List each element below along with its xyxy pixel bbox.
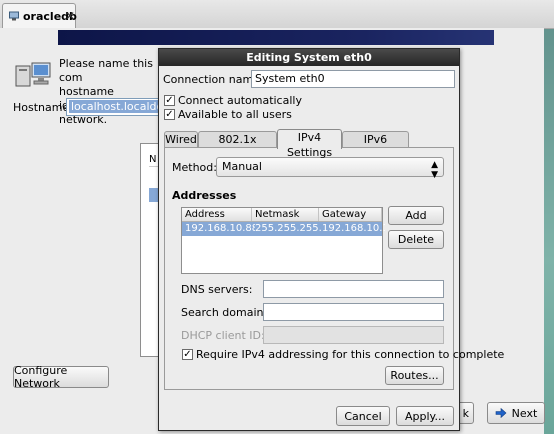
- hostname-value: localhost.localdoma: [69, 100, 165, 113]
- dns-servers-label: DNS servers:: [181, 283, 253, 296]
- installer-banner: [58, 30, 494, 45]
- close-icon[interactable]: ✕: [65, 9, 75, 23]
- netmask-cell: 255.255.255.0: [255, 223, 322, 234]
- connection-name-input[interactable]: System eth0: [251, 70, 455, 88]
- settings-tabs: Wired 802.1x Security IPv4 Settings IPv6…: [164, 129, 454, 161]
- tab-ipv4-settings[interactable]: IPv4 Settings: [277, 129, 342, 159]
- addresses-title: Addresses: [172, 189, 237, 202]
- available-all-users-label: Available to all users: [178, 108, 292, 121]
- require-ipv4-label: Require IPv4 addressing for this connect…: [196, 348, 505, 361]
- method-select[interactable]: Manual ▲ ▼: [216, 157, 444, 180]
- addresses-table-header: Address Netmask Gateway: [182, 208, 382, 222]
- search-domains-label: Search domains:: [181, 306, 273, 319]
- next-label: Next: [511, 406, 538, 420]
- table-row[interactable]: 192.168.10.88 255.255.255.0 192.168.10.1: [182, 222, 385, 236]
- method-value: Manual: [222, 160, 262, 173]
- tab-8021x-security[interactable]: 802.1x Security: [198, 131, 277, 161]
- connect-automatically-checkbox[interactable]: ✓: [164, 95, 175, 106]
- configure-network-button[interactable]: Configure Network: [13, 364, 109, 390]
- available-all-users-checkbox[interactable]: ✓: [164, 109, 175, 120]
- dhcp-client-id-input: [263, 326, 444, 344]
- next-button[interactable]: Next: [487, 402, 545, 424]
- delete-address-button[interactable]: Delete: [388, 230, 444, 249]
- network-computer-icon: [15, 62, 51, 87]
- vm-tab-bar: oracledb ✕: [0, 0, 554, 29]
- apply-button[interactable]: Apply...: [396, 406, 454, 426]
- hostname-input[interactable]: localhost.localdoma: [66, 98, 166, 116]
- column-header-address[interactable]: Address: [182, 208, 252, 221]
- connect-automatically-label: Connect automatically: [178, 94, 302, 107]
- hostname-label: Hostname:: [13, 101, 73, 114]
- address-cell: 192.168.10.88: [185, 223, 255, 234]
- dhcp-client-id-label: DHCP client ID:: [181, 329, 265, 342]
- column-header-gateway[interactable]: Gateway: [319, 208, 382, 221]
- require-ipv4-checkbox[interactable]: ✓: [182, 349, 193, 360]
- dns-servers-input[interactable]: [263, 280, 444, 298]
- search-domains-input[interactable]: [263, 303, 444, 321]
- addresses-table[interactable]: Address Netmask Gateway 192.168.10.88 25…: [181, 207, 385, 274]
- column-header-netmask[interactable]: Netmask: [252, 208, 319, 221]
- intro-text: Please name this com hostname identifies…: [59, 57, 153, 126]
- vm-tab-oracledb[interactable]: oracledb ✕: [2, 3, 77, 28]
- routes-button[interactable]: Routes...: [385, 366, 444, 385]
- connection-name-label: Connection name:: [163, 73, 264, 86]
- add-address-button[interactable]: Add: [388, 206, 444, 225]
- cancel-button[interactable]: Cancel: [336, 406, 390, 426]
- edit-connection-dialog: Editing System eth0 Connection name: Sys…: [158, 48, 504, 431]
- vm-icon: [9, 11, 19, 21]
- arrow-right-icon: [495, 408, 507, 418]
- dialog-title: Editing System eth0: [159, 49, 459, 66]
- method-label: Method:: [172, 161, 217, 174]
- tab-ipv6-settings[interactable]: IPv6 Settings: [342, 131, 409, 161]
- tab-wired[interactable]: Wired: [164, 131, 198, 148]
- chevron-updown-icon: ▲ ▼: [431, 160, 438, 180]
- gateway-cell: 192.168.10.1: [322, 223, 385, 234]
